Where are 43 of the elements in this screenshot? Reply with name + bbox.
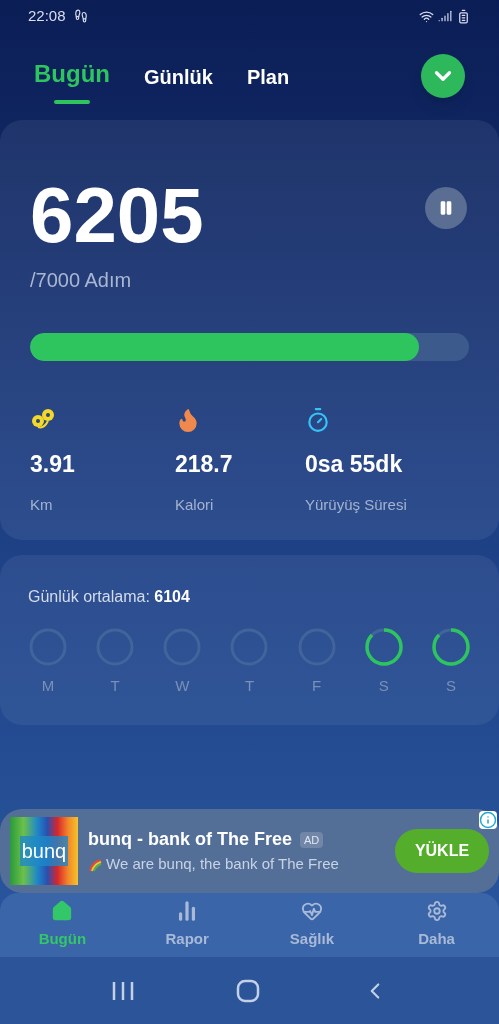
rainbow-icon	[88, 857, 102, 872]
clock: 22:08	[28, 5, 66, 26]
install-button[interactable]: YÜKLE	[395, 829, 489, 873]
stat-value: 218.7	[175, 450, 233, 479]
tab[interactable]: Plan	[246, 54, 290, 104]
day-label: W	[175, 676, 190, 696]
home-button-icon[interactable]	[236, 978, 261, 1003]
nav-item[interactable]: Rapor	[124, 893, 250, 957]
footprints-icon	[73, 9, 88, 23]
tab[interactable]: Bugün	[34, 48, 110, 104]
ad-badge: AD	[300, 831, 324, 848]
daily-average: Günlük ortalama: 6104	[28, 588, 190, 605]
info-icon[interactable]	[479, 811, 497, 829]
nav-item[interactable]: Bugün	[0, 893, 125, 957]
ad-title: bunq - bank of The Free	[88, 828, 292, 852]
stat-label: Kalori	[175, 494, 214, 515]
nav-item[interactable]: Daha	[374, 893, 499, 957]
stat-value: 3.91	[30, 450, 75, 479]
logo-text: bunq	[19, 836, 69, 866]
day-label: F	[312, 676, 322, 696]
pause-icon	[438, 200, 454, 216]
recent-apps-icon[interactable]	[110, 980, 135, 1001]
settings-icon	[425, 899, 448, 922]
signal-icon	[438, 9, 452, 23]
day-label: T	[110, 676, 120, 696]
home-icon	[51, 899, 74, 922]
wifi-icon	[419, 8, 434, 24]
ad-text: We are bunq, the bank of The Free	[106, 854, 339, 875]
step-goal: /7000 Adım	[30, 268, 133, 293]
stat-label: Km	[30, 494, 53, 515]
day-label: M	[41, 676, 55, 696]
day-label: T	[244, 676, 255, 696]
stopwatch-icon	[305, 407, 331, 433]
day-label: S	[378, 676, 389, 696]
day-label: S	[445, 676, 456, 696]
battery-icon	[456, 8, 471, 24]
stat-label: Yürüyüş Süresi	[305, 494, 407, 515]
nav-item[interactable]: Sağlık	[249, 893, 375, 957]
tab[interactable]: Günlük	[144, 54, 213, 104]
pause-button[interactable]	[425, 187, 467, 229]
step-count: 6205	[30, 175, 204, 255]
dropdown-button[interactable]	[421, 54, 465, 98]
stat-value: 0sa 55dk	[305, 450, 403, 479]
